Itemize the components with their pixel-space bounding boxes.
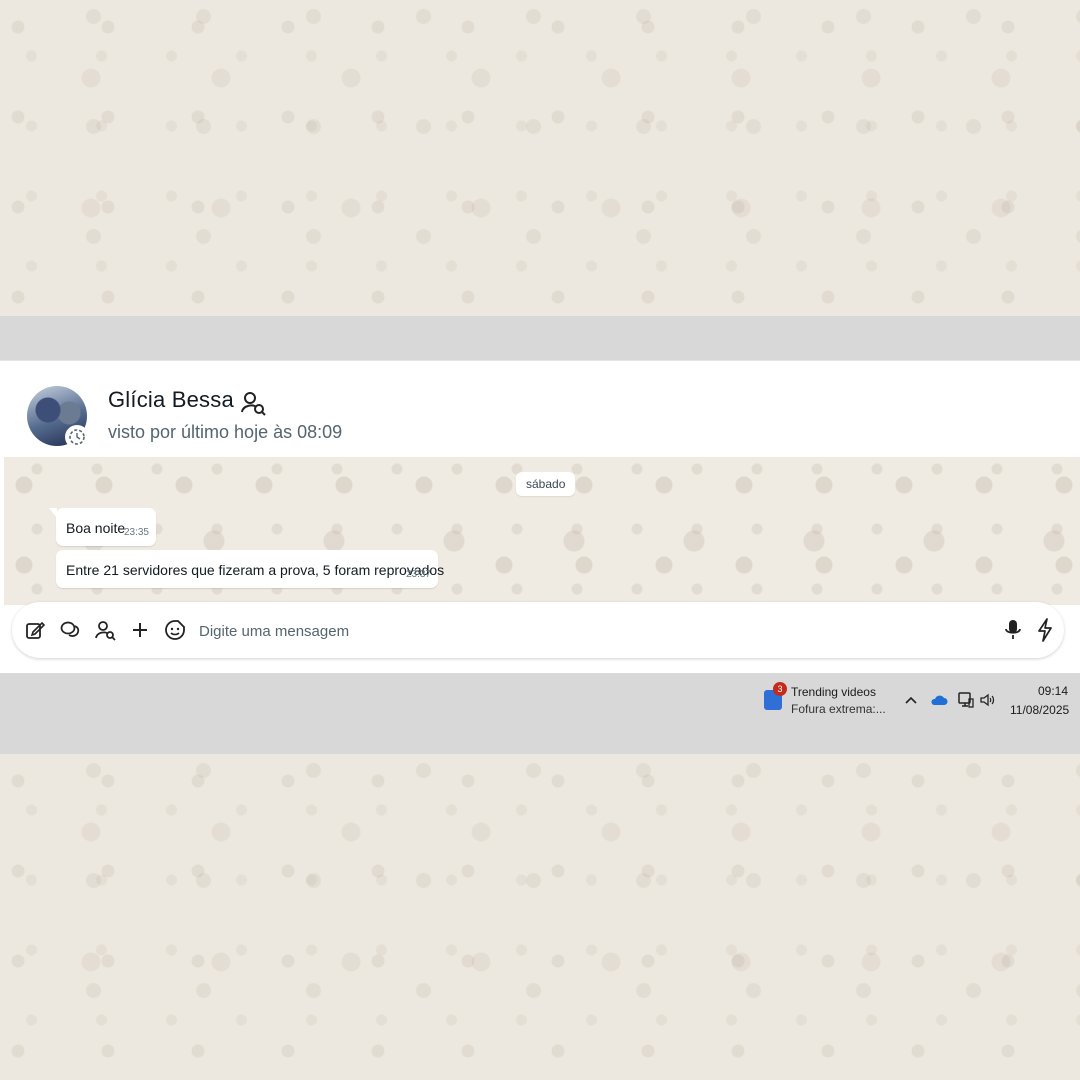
taskbar <box>0 673 1080 754</box>
message-text: Boa noite <box>66 520 126 536</box>
lightning-icon[interactable] <box>1031 616 1059 644</box>
chat-wallpaper-top <box>0 0 1080 316</box>
message-time: 23:37 <box>405 569 431 580</box>
contact-name[interactable]: Glícia Bessa <box>108 387 234 413</box>
status-ring-icon <box>65 425 89 449</box>
message-input[interactable] <box>197 615 981 647</box>
message-text: Entre 21 servidores que fizeram a prova,… <box>66 562 445 578</box>
sticker-icon[interactable] <box>161 616 189 644</box>
chat-bubbles-icon[interactable] <box>56 616 84 644</box>
microphone-icon[interactable] <box>999 616 1027 644</box>
message-bubble[interactable]: Entre 21 servidores que fizeram a prova,… <box>56 550 444 588</box>
chevron-up-icon[interactable] <box>901 690 921 710</box>
network-icon[interactable] <box>956 690 976 710</box>
news-widget[interactable]: 3 Trending videos Fofura extrema:... <box>764 682 886 722</box>
message-composer <box>12 602 1064 658</box>
contact-icon[interactable] <box>240 390 266 421</box>
chat-window: Glícia Bessa visto por último hoje às 08… <box>0 360 1080 674</box>
news-subtitle: Fofura extrema:... <box>791 702 886 716</box>
clock-date[interactable]: 11/08/2025 <box>1010 703 1069 717</box>
message-list: sábado Boa noite 23:35 Entre 21 servidor… <box>4 457 1080 605</box>
chat-header[interactable]: Glícia Bessa visto por último hoje às 08… <box>4 367 1080 457</box>
cloud-icon[interactable] <box>929 690 949 710</box>
contact-icon[interactable] <box>91 616 119 644</box>
last-seen-status: visto por último hoje às 08:09 <box>108 422 343 442</box>
plus-icon[interactable] <box>126 616 154 644</box>
notification-badge: 3 <box>773 682 787 696</box>
date-separator: sábado <box>516 472 576 496</box>
news-title: Trending videos <box>791 685 876 699</box>
chat-wallpaper-bottom <box>0 754 1080 1080</box>
clock-time[interactable]: 09:14 <box>1038 684 1068 698</box>
speaker-icon[interactable] <box>978 690 998 710</box>
message-time: 23:35 <box>123 527 149 538</box>
gray-band-top <box>0 316 1080 360</box>
message-bubble[interactable]: Boa noite 23:35 <box>49 508 156 546</box>
edit-icon[interactable] <box>21 616 49 644</box>
